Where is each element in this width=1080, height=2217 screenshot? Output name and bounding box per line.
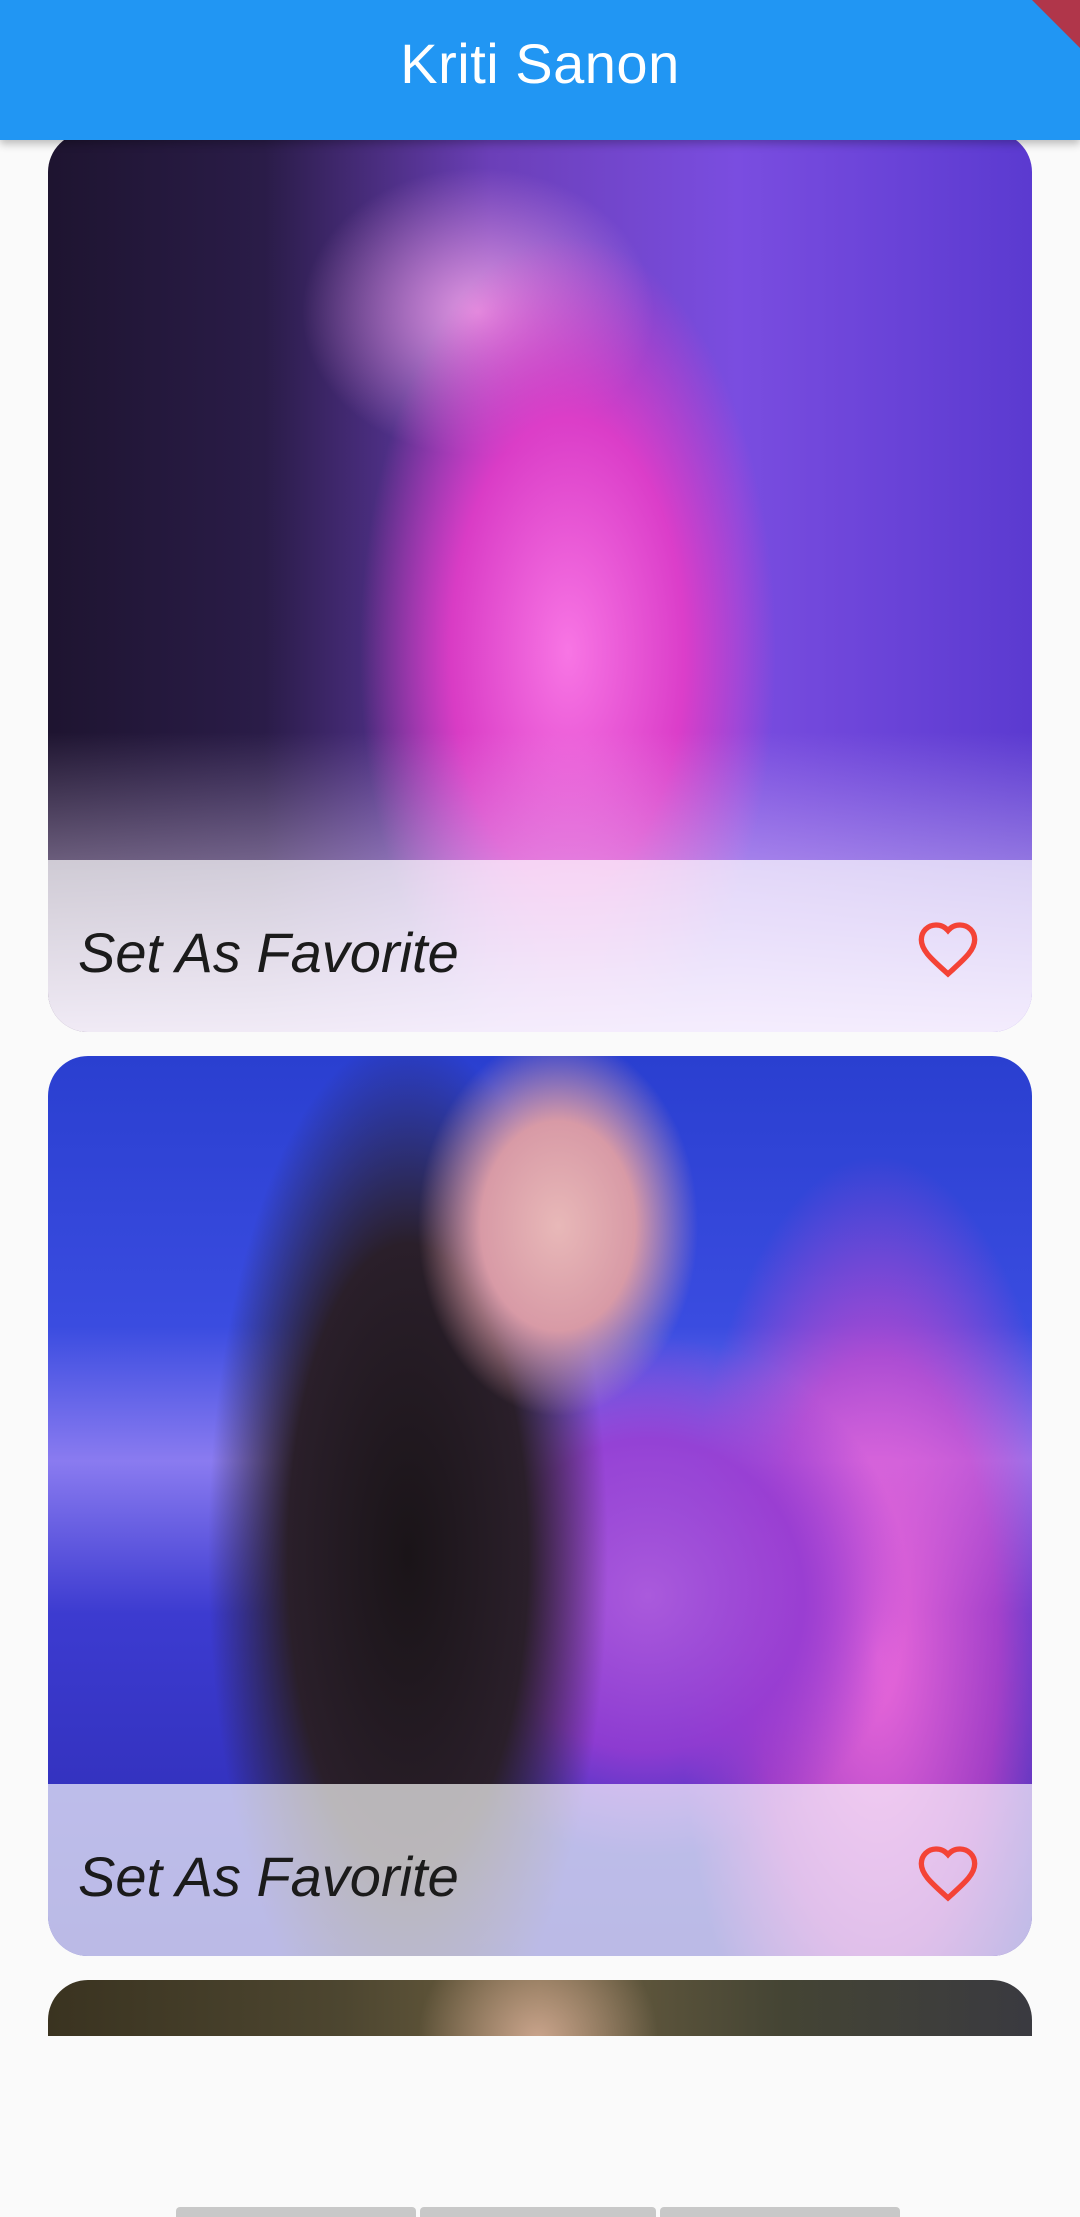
favorite-bar: Set As Favorite — [48, 1784, 1032, 1956]
image-card[interactable]: Set As Favorite — [48, 132, 1032, 1032]
app-bar: Kriti Sanon — [0, 0, 1080, 140]
page-title: Kriti Sanon — [400, 31, 680, 95]
nav-segment — [660, 2207, 900, 2217]
image-card[interactable] — [48, 1980, 1032, 2036]
favorite-label: Set As Favorite — [78, 1844, 459, 1908]
image-list[interactable]: Set As Favorite Set As Favorite — [0, 0, 1080, 2036]
heart-outline-icon[interactable] — [916, 911, 980, 981]
image-card[interactable]: Set As Favorite — [48, 1056, 1032, 1956]
bottom-area — [0, 2036, 1080, 2217]
card-image — [48, 1980, 1032, 2036]
nav-segment — [176, 2207, 416, 2217]
heart-outline-icon[interactable] — [916, 1835, 980, 1905]
favorite-label: Set As Favorite — [78, 920, 459, 984]
debug-banner — [1032, 0, 1080, 48]
nav-segment — [420, 2207, 656, 2217]
favorite-bar: Set As Favorite — [48, 860, 1032, 1032]
